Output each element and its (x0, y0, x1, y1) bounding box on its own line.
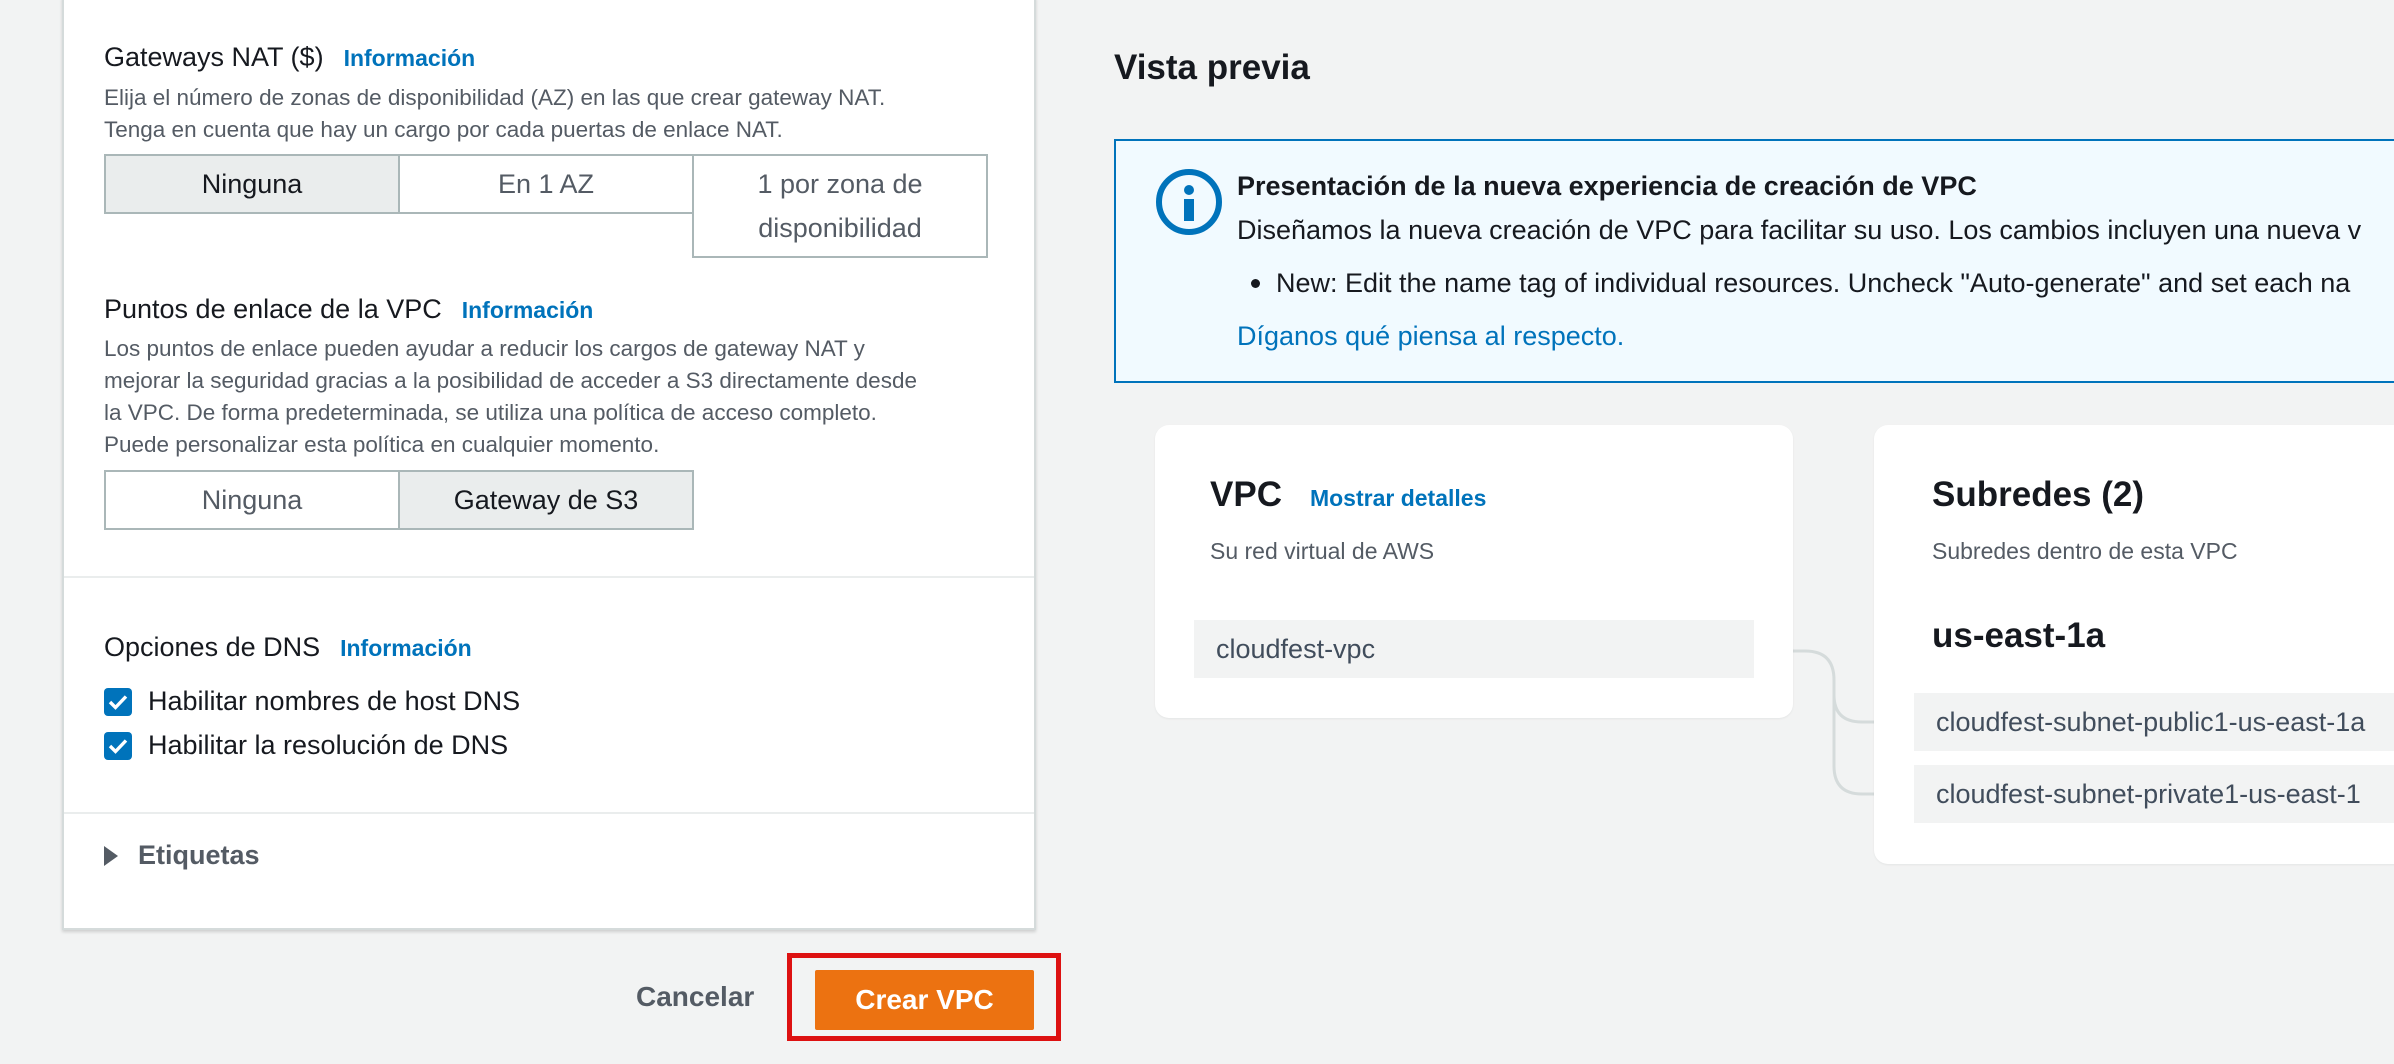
show-details-link[interactable]: Mostrar detalles (1310, 485, 1486, 511)
subnets-card: Subredes (2) Subredes dentro de esta VPC… (1874, 425, 2394, 864)
vpc-card: VPC Mostrar detalles Su red virtual de AW… (1155, 425, 1793, 718)
subnet-resource-public[interactable]: cloudfest-subnet-public1-us-east-1a (1914, 693, 2394, 751)
vpc-card-subtitle: Su red virtual de AWS (1210, 538, 1435, 564)
vpc-create-page: Gateways NAT ($) Información Elija el núm… (0, 0, 2394, 1064)
subnet-resource-private[interactable]: cloudfest-subnet-private1-us-east-1 (1914, 765, 2394, 823)
subnets-card-subtitle: Subredes dentro de esta VPC (1932, 538, 2238, 564)
vpc-resource[interactable]: cloudfest-vpc (1194, 620, 1754, 678)
vpc-card-title: VPC (1210, 475, 1282, 514)
availability-zone-title: us-east-1a (1932, 616, 2106, 655)
vpc-card-heading: VPC Mostrar detalles (1210, 475, 1486, 515)
subnets-card-title: Subredes (2) (1932, 475, 2144, 514)
